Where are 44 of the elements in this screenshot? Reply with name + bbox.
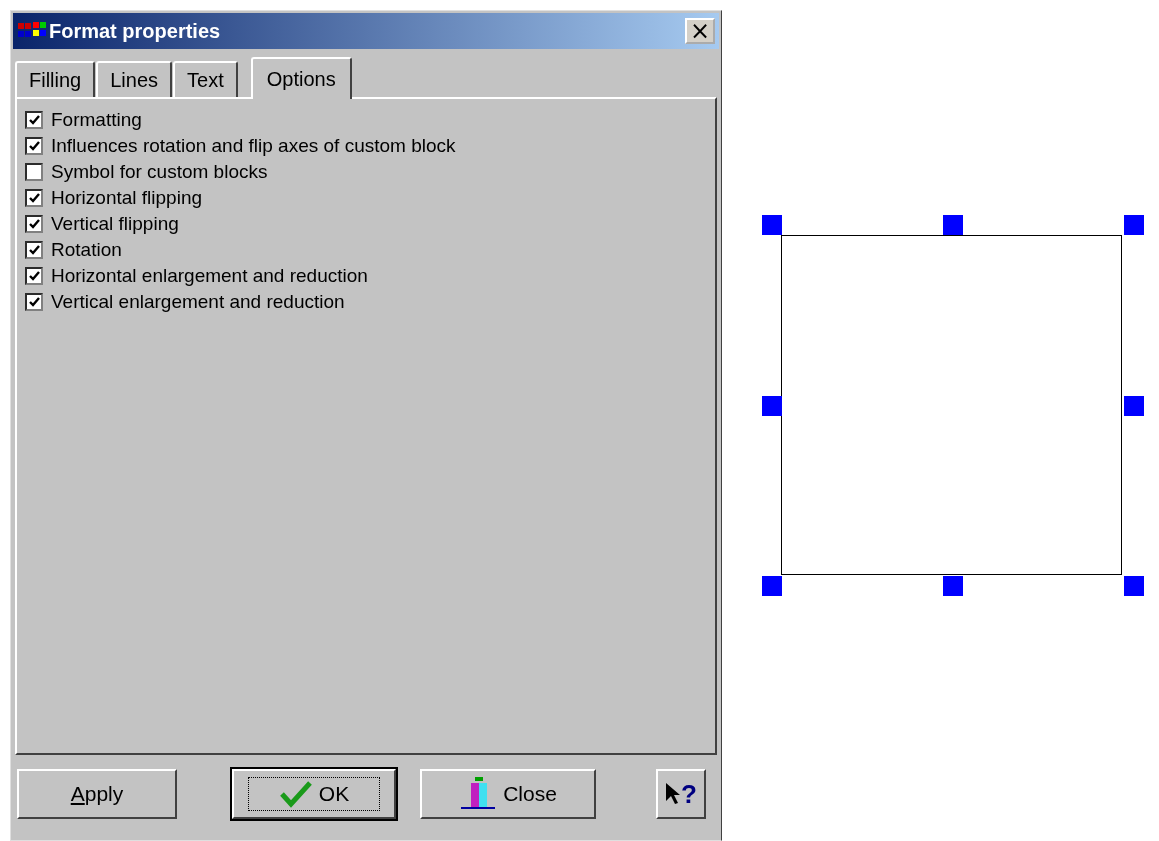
resize-handle[interactable] <box>1124 576 1144 596</box>
ok-button[interactable]: OK <box>232 769 396 819</box>
resize-handle[interactable] <box>943 215 963 235</box>
resize-handle[interactable] <box>762 395 782 416</box>
checkbox[interactable] <box>25 137 43 155</box>
option-label: Vertical enlargement and reduction <box>51 291 345 313</box>
option-label: Symbol for custom blocks <box>51 161 268 183</box>
option-label: Horizontal enlargement and reduction <box>51 265 368 287</box>
cursor-icon <box>665 782 682 806</box>
checkmark-icon <box>278 780 313 808</box>
close-dialog-button[interactable]: Close <box>420 769 596 819</box>
option-label: Influences rotation and flip axes of custom block <box>51 135 456 157</box>
option-label: Vertical flipping <box>51 213 179 235</box>
checkmark-icon <box>28 270 40 282</box>
checkbox[interactable] <box>25 163 43 181</box>
tab[interactable]: Options <box>250 57 352 99</box>
checkmark-icon <box>28 296 40 308</box>
checkmark-icon <box>28 244 40 256</box>
checkbox[interactable] <box>25 111 43 129</box>
checkmark-icon <box>28 140 40 152</box>
resize-handle[interactable] <box>762 576 782 596</box>
window-title: Format properties <box>49 19 222 43</box>
tab[interactable]: Filling <box>15 61 96 97</box>
apply-button[interactable]: Apply <box>17 769 177 819</box>
checkbox[interactable] <box>25 293 43 311</box>
option-label: Formatting <box>51 109 142 131</box>
checkbox[interactable] <box>25 267 43 285</box>
close-button[interactable]: × <box>685 18 715 44</box>
tab[interactable]: Lines <box>96 61 173 97</box>
checkmark-icon <box>28 114 40 126</box>
checkbox[interactable] <box>25 189 43 207</box>
resize-handle[interactable] <box>762 215 782 235</box>
tab[interactable]: Text <box>173 61 238 97</box>
resize-handle[interactable] <box>943 576 963 596</box>
resize-handle[interactable] <box>1124 215 1144 235</box>
help-button[interactable]: ? <box>656 769 706 819</box>
checkmark-icon <box>28 218 40 230</box>
checkmark-icon <box>28 192 40 204</box>
checkbox[interactable] <box>25 215 43 233</box>
option-label: Rotation <box>51 239 122 261</box>
door-icon <box>459 776 498 812</box>
resize-handle[interactable] <box>1124 395 1144 416</box>
option-label: Horizontal flipping <box>51 187 203 209</box>
checkbox[interactable] <box>25 241 43 259</box>
